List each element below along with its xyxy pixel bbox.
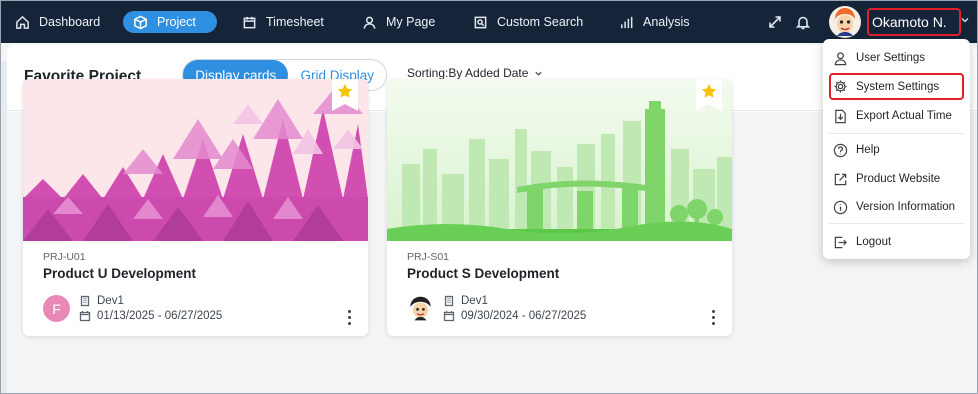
expand-icon (769, 16, 781, 28)
gear-icon (834, 80, 847, 93)
menu-item-label: System Settings (856, 80, 940, 93)
logout-icon (834, 236, 847, 248)
app-window: Dashboard Project Timesheet My Page Cust… (0, 0, 978, 394)
star-bookmark-icon (696, 79, 722, 111)
user-icon (834, 51, 847, 65)
favorite-star-button[interactable] (696, 79, 722, 111)
team-name: Dev1 (97, 294, 124, 307)
calendar-icon (243, 16, 256, 28)
help-icon (833, 143, 848, 157)
nav-item-label: Custom Search (497, 15, 584, 29)
cartoon-avatar-icon (407, 295, 434, 322)
card-more-button[interactable] (711, 309, 717, 325)
bell-icon (795, 16, 811, 30)
nav-item-label: Analysis (643, 15, 690, 29)
nav-item-label: Timesheet (266, 15, 324, 29)
cube-icon (134, 15, 147, 29)
date-range: 01/13/2025 - 06/27/2025 (97, 309, 223, 322)
menu-item-label: Logout (856, 236, 892, 248)
project-meta: Dev1 01/13/2025 - 06/27/2025 (79, 293, 222, 323)
menu-item-label: User Settings (856, 52, 926, 64)
menu-item-user-settings[interactable]: User Settings (829, 46, 964, 70)
menu-item-label: Help (856, 144, 880, 156)
card-more-button[interactable] (347, 309, 353, 325)
menu-divider (829, 133, 964, 134)
project-cover-image (23, 79, 368, 241)
menu-item-label: Product Website (856, 173, 941, 185)
date-range: 09/30/2024 - 06/27/2025 (461, 309, 587, 322)
external-link-icon (834, 173, 847, 185)
menu-item-system-settings[interactable]: System Settings (829, 73, 964, 100)
home-icon (16, 15, 29, 29)
top-navigation-bar: Dashboard Project Timesheet My Page Cust… (1, 1, 977, 43)
favorite-star-button[interactable] (332, 79, 358, 111)
star-bookmark-icon (332, 79, 358, 111)
person-icon (363, 16, 376, 29)
nav-item-dashboard[interactable]: Dashboard (5, 11, 110, 33)
chevron-down-icon (535, 71, 543, 76)
nav-item-label: My Page (386, 15, 436, 29)
nav-item-my-page[interactable]: My Page (352, 11, 445, 33)
project-meta: Dev1 09/30/2024 - 06/27/2025 (443, 293, 586, 323)
nav-item-label: Project (157, 15, 196, 29)
calendar-icon (443, 310, 455, 321)
calendar-icon (79, 310, 91, 321)
project-card[interactable]: PRJ-S01 Product S Development Dev1 09/30… (387, 79, 732, 336)
menu-divider (829, 223, 964, 224)
chevron-down-icon (961, 18, 969, 23)
nav-item-timesheet[interactable]: Timesheet (232, 11, 334, 33)
project-code: PRJ-U01 (43, 251, 86, 263)
menu-item-product-website[interactable]: Product Website (829, 167, 964, 191)
menu-item-export-actual-time[interactable]: Export Actual Time (829, 104, 964, 128)
building-icon (80, 295, 90, 306)
nav-item-project[interactable]: Project (123, 11, 217, 33)
menu-item-version-information[interactable]: Version Information (829, 195, 964, 219)
notifications-button[interactable] (794, 13, 812, 31)
nav-item-label: Dashboard (39, 15, 101, 29)
avatar: F (43, 295, 70, 322)
sorting-dropdown[interactable]: Sorting:By Added Date (407, 66, 543, 80)
fullscreen-button[interactable] (766, 13, 784, 31)
info-icon (833, 200, 848, 214)
search-doc-icon (474, 16, 487, 28)
export-file-icon (835, 109, 846, 123)
project-name: Product U Development (43, 266, 197, 281)
project-code: PRJ-S01 (407, 251, 450, 263)
user-menu-trigger[interactable]: Okamoto N. (829, 5, 969, 39)
avatar (829, 6, 861, 38)
project-card[interactable]: PRJ-U01 Product U Development F Dev1 01/… (23, 79, 368, 336)
menu-item-label: Export Actual Time (856, 110, 952, 122)
menu-item-help[interactable]: Help (829, 138, 964, 162)
user-dropdown-menu: User Settings System Settings Export Act… (823, 39, 970, 259)
sorting-label: Sorting:By Added Date (407, 66, 529, 80)
nav-item-analysis[interactable]: Analysis (609, 11, 700, 33)
avatar (407, 295, 434, 322)
team-name: Dev1 (461, 294, 488, 307)
project-name: Product S Development (407, 266, 560, 281)
user-name: Okamoto N. (867, 8, 961, 36)
building-icon (444, 295, 454, 306)
cartoon-avatar-icon (829, 6, 861, 38)
project-cover-image (387, 79, 732, 241)
menu-item-logout[interactable]: Logout (829, 230, 964, 254)
menu-item-label: Version Information (856, 201, 956, 213)
nav-item-custom-search[interactable]: Custom Search (463, 11, 593, 33)
bar-chart-icon (621, 16, 633, 28)
